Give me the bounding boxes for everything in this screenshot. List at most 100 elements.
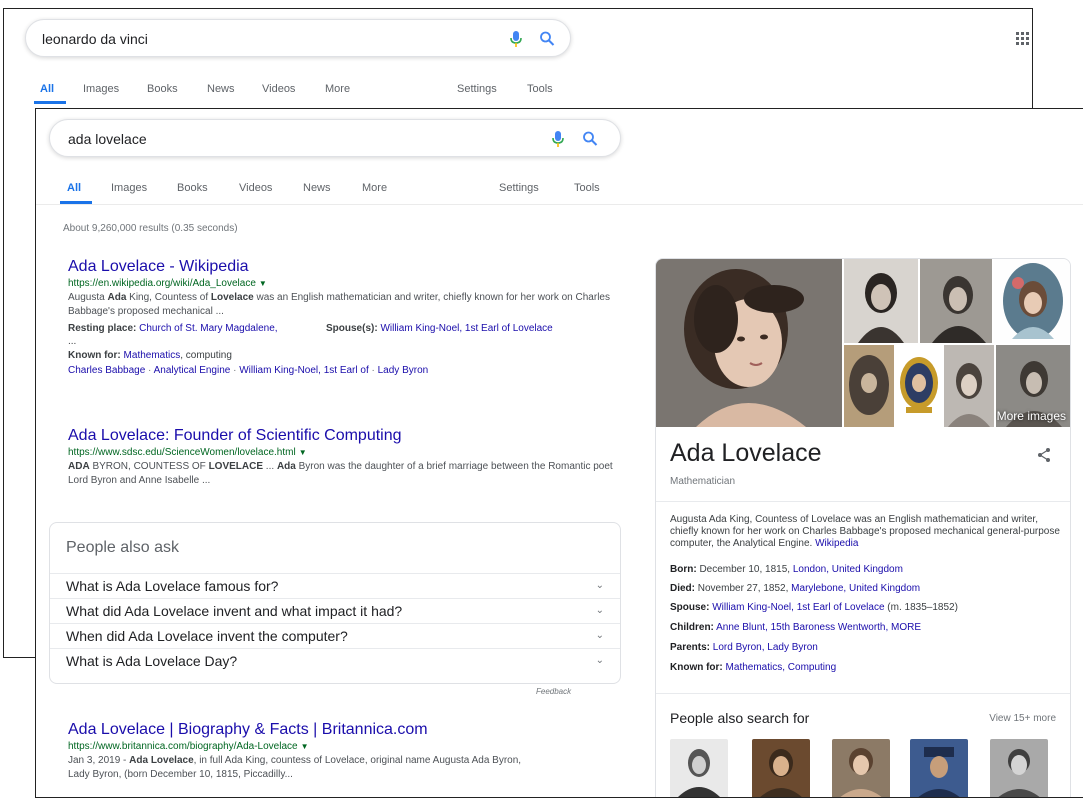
paa-question-text[interactable]: What is Ada Lovelace famous for?	[66, 578, 596, 594]
chevron-down-icon[interactable]: ⌄	[596, 580, 604, 591]
back-search-input[interactable]: leonardo da vinci	[42, 31, 148, 47]
thumbnail-image[interactable]: More images	[996, 345, 1070, 427]
sitelink[interactable]: Lady Byron	[378, 365, 429, 376]
back-tab-active-indicator	[34, 101, 66, 104]
back-search-box[interactable]: leonardo da vinci	[25, 19, 571, 57]
main-portrait-image[interactable]	[656, 259, 842, 427]
people-also-search-heading: People also search for	[670, 710, 810, 726]
paa-question-text[interactable]: What is Ada Lovelace Day?	[66, 653, 596, 669]
tab-news[interactable]: News	[303, 182, 331, 194]
paa-question-3[interactable]: When did Ada Lovelace invent the compute…	[50, 623, 620, 647]
fact-link[interactable]: Marylebone, United Kingdom	[791, 583, 920, 594]
result-title-link[interactable]: Ada Lovelace | Biography & Facts | Brita…	[68, 721, 628, 739]
result-url-text[interactable]: https://en.wikipedia.org/wiki/Ada_Lovela…	[68, 278, 256, 289]
apps-grid-icon[interactable]	[1016, 32, 1029, 45]
result-facts: Resting place: Church of St. Mary Magdal…	[68, 322, 628, 348]
snippet-bold: ADA	[68, 461, 90, 472]
people-also-ask: People also ask What is Ada Lovelace fam…	[49, 522, 621, 684]
tab-images[interactable]: Images	[111, 182, 147, 194]
front-search-input[interactable]: ada lovelace	[68, 131, 147, 147]
result-title-link[interactable]: Ada Lovelace - Wikipedia	[68, 258, 628, 276]
result-url-text[interactable]: https://www.britannica.com/biography/Ada…	[68, 741, 298, 752]
back-tab-images[interactable]: Images	[83, 83, 119, 95]
paa-question-2[interactable]: What did Ada Lovelace invent and what im…	[50, 598, 620, 622]
related-person-thumbnail[interactable]	[752, 739, 810, 797]
result-url-text[interactable]: https://www.sdsc.edu/ScienceWomen/lovela…	[68, 447, 296, 458]
tab-videos[interactable]: Videos	[239, 182, 272, 194]
fact-label: Resting place:	[68, 323, 137, 334]
related-person-thumbnail[interactable]	[910, 739, 968, 797]
back-tab-videos[interactable]: Videos	[262, 83, 295, 95]
result-url[interactable]: https://en.wikipedia.org/wiki/Ada_Lovela…	[68, 278, 628, 289]
sitelink[interactable]: William King-Noel, 1st Earl of	[239, 365, 368, 376]
fact-spouse: Spouse(s): William King-Noel, 1st Earl o…	[326, 322, 556, 335]
chevron-down-icon[interactable]: ⌄	[596, 630, 604, 641]
tab-all[interactable]: All	[67, 182, 81, 194]
sitelink[interactable]: Analytical Engine	[154, 365, 231, 376]
thumbnail-image[interactable]	[994, 259, 1070, 343]
back-tab-news[interactable]: News	[207, 83, 235, 95]
chevron-down-icon[interactable]: ⌄	[596, 655, 604, 666]
url-dropdown-icon[interactable]: ▼	[299, 448, 307, 457]
back-tools[interactable]: Tools	[527, 83, 553, 95]
kp-divider	[656, 693, 1070, 694]
snippet-text: ...	[263, 461, 277, 472]
front-search-box[interactable]: ada lovelace	[49, 119, 621, 157]
result-sitelinks: Charles Babbage · Analytical Engine · Wi…	[68, 365, 429, 376]
search-icon[interactable]	[582, 130, 598, 148]
result-url[interactable]: https://www.sdsc.edu/ScienceWomen/lovela…	[68, 447, 628, 458]
microphone-icon[interactable]	[550, 130, 566, 148]
sitelink[interactable]: Charles Babbage	[68, 365, 145, 376]
back-tab-books[interactable]: Books	[147, 83, 178, 95]
fact-link[interactable]: Anne Blunt, 15th Baroness Wentworth, MOR…	[716, 622, 921, 633]
fact-link[interactable]: Church of St. Mary Magdalene,	[139, 323, 277, 334]
url-dropdown-icon[interactable]: ▼	[301, 742, 309, 751]
paa-question-4[interactable]: What is Ada Lovelace Day? ⌄	[50, 648, 620, 672]
thumbnail-image[interactable]	[844, 345, 894, 427]
thumbnail-image[interactable]	[920, 259, 992, 343]
result-snippet: Augusta Ada King, Countess of Lovelace w…	[68, 291, 628, 319]
fact-link[interactable]: London, United Kingdom	[793, 564, 903, 575]
result-title-link[interactable]: Ada Lovelace: Founder of Scientific Comp…	[68, 427, 628, 445]
tab-more[interactable]: More	[362, 182, 387, 194]
paa-question-text[interactable]: What did Ada Lovelace invent and what im…	[66, 603, 596, 619]
snippet-bold: LOVELACE	[208, 461, 264, 472]
chevron-down-icon[interactable]: ⌄	[596, 605, 604, 616]
search-icon[interactable]	[539, 30, 555, 48]
related-person-thumbnail[interactable]	[670, 739, 728, 797]
thumbnail-image[interactable]	[944, 345, 994, 427]
fact-link[interactable]: William King-Noel, 1st Earl of Lovelace	[712, 602, 884, 613]
fact-label: Known for:	[68, 350, 121, 361]
fact-link[interactable]: Lord Byron, Lady Byron	[713, 642, 818, 653]
thumbnail-image[interactable]	[896, 345, 942, 427]
kp-fact-known-for: Known for: Mathematics, Computing	[670, 662, 836, 673]
feedback-link[interactable]: Feedback	[536, 687, 571, 696]
fact-text: , computing	[180, 350, 232, 361]
fact-link[interactable]: William King-Noel, 1st Earl of Lovelace	[380, 323, 552, 334]
search-result-wikipedia: Ada Lovelace - Wikipedia https://en.wiki…	[68, 258, 628, 376]
tools-link[interactable]: Tools	[574, 182, 600, 194]
kp-subtitle: Mathematician	[670, 476, 736, 487]
back-settings[interactable]: Settings	[457, 83, 497, 95]
related-person-thumbnail[interactable]	[832, 739, 890, 797]
wikipedia-link[interactable]: Wikipedia	[815, 538, 858, 549]
back-tab-all[interactable]: All	[40, 83, 54, 95]
more-images-link[interactable]: More images	[997, 409, 1066, 423]
fact-link[interactable]: Mathematics, Computing	[726, 662, 837, 673]
microphone-icon[interactable]	[508, 30, 524, 48]
settings-link[interactable]: Settings	[499, 182, 539, 194]
fact-link[interactable]: Mathematics	[124, 350, 181, 361]
result-url[interactable]: https://www.britannica.com/biography/Ada…	[68, 741, 628, 752]
fact-label: Parents:	[670, 642, 711, 653]
paa-question-text[interactable]: When did Ada Lovelace invent the compute…	[66, 628, 596, 644]
back-tab-more[interactable]: More	[325, 83, 350, 95]
thumbnail-image[interactable]	[844, 259, 918, 343]
tab-books[interactable]: Books	[177, 182, 208, 194]
related-person-thumbnail[interactable]	[990, 739, 1048, 797]
snippet-bold: Ada	[276, 461, 296, 472]
paa-question-1[interactable]: What is Ada Lovelace famous for? ⌄	[50, 573, 620, 597]
search-result-sdsc: Ada Lovelace: Founder of Scientific Comp…	[68, 427, 628, 488]
url-dropdown-icon[interactable]: ▼	[259, 279, 267, 288]
share-icon[interactable]	[1036, 447, 1052, 463]
view-more-link[interactable]: View 15+ more	[989, 713, 1056, 724]
